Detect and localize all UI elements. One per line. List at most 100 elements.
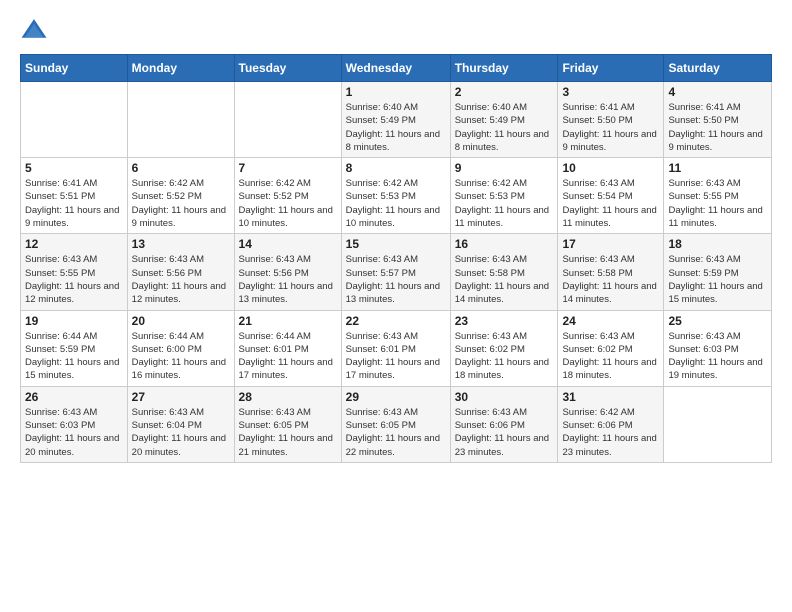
day-info: Sunrise: 6:43 AM Sunset: 5:58 PM Dayligh… [562, 253, 659, 306]
calendar-day-cell: 28 Sunrise: 6:43 AM Sunset: 6:05 PM Dayli… [234, 386, 341, 462]
calendar-day-cell: 19 Sunrise: 6:44 AM Sunset: 5:59 PM Dayli… [21, 310, 128, 386]
day-info: Sunrise: 6:40 AM Sunset: 5:49 PM Dayligh… [346, 101, 446, 154]
day-number: 12 [25, 237, 123, 251]
header [20, 16, 772, 44]
calendar-week-row: 5 Sunrise: 6:41 AM Sunset: 5:51 PM Daylig… [21, 158, 772, 234]
day-info: Sunrise: 6:43 AM Sunset: 5:55 PM Dayligh… [25, 253, 123, 306]
day-info: Sunrise: 6:41 AM Sunset: 5:51 PM Dayligh… [25, 177, 123, 230]
calendar-day-cell: 15Sunrise: 6:43 AM Sunset: 5:57 PM Dayli… [341, 234, 450, 310]
calendar-week-row: 1 Sunrise: 6:40 AM Sunset: 5:49 PM Daylig… [21, 82, 772, 158]
calendar-day-cell: 13 Sunrise: 6:43 AM Sunset: 5:56 PM Dayli… [127, 234, 234, 310]
calendar-day-cell: 18 Sunrise: 6:43 AM Sunset: 5:59 PM Dayli… [664, 234, 772, 310]
calendar-day-cell: 25Sunrise: 6:43 AM Sunset: 6:03 PM Dayli… [664, 310, 772, 386]
calendar-day-cell: 26 Sunrise: 6:43 AM Sunset: 6:03 PM Dayli… [21, 386, 128, 462]
day-info: Sunrise: 6:44 AM Sunset: 5:59 PM Dayligh… [25, 330, 123, 383]
day-number: 30 [455, 390, 554, 404]
calendar-day-cell: 31 Sunrise: 6:42 AM Sunset: 6:06 PM Dayli… [558, 386, 664, 462]
day-info: Sunrise: 6:41 AM Sunset: 5:50 PM Dayligh… [562, 101, 659, 154]
weekday-header: Saturday [664, 55, 772, 82]
day-number: 18 [668, 237, 767, 251]
calendar-day-cell: 5 Sunrise: 6:41 AM Sunset: 5:51 PM Daylig… [21, 158, 128, 234]
calendar-day-cell: 24 Sunrise: 6:43 AM Sunset: 6:02 PM Dayli… [558, 310, 664, 386]
calendar-day-cell: 2 Sunrise: 6:40 AM Sunset: 5:49 PM Daylig… [450, 82, 558, 158]
day-number: 11 [668, 161, 767, 175]
calendar-day-cell: 22 Sunrise: 6:43 AM Sunset: 6:01 PM Dayli… [341, 310, 450, 386]
day-info: Sunrise: 6:43 AM Sunset: 5:56 PM Dayligh… [239, 253, 337, 306]
day-number: 1 [346, 85, 446, 99]
day-number: 13 [132, 237, 230, 251]
day-info: Sunrise: 6:43 AM Sunset: 6:02 PM Dayligh… [562, 330, 659, 383]
calendar-week-row: 26 Sunrise: 6:43 AM Sunset: 6:03 PM Dayli… [21, 386, 772, 462]
day-info: Sunrise: 6:43 AM Sunset: 5:54 PM Dayligh… [562, 177, 659, 230]
weekday-header: Tuesday [234, 55, 341, 82]
calendar-header-row: SundayMondayTuesdayWednesdayThursdayFrid… [21, 55, 772, 82]
calendar-day-cell: 23 Sunrise: 6:43 AM Sunset: 6:02 PM Dayli… [450, 310, 558, 386]
day-info: Sunrise: 6:43 AM Sunset: 6:03 PM Dayligh… [668, 330, 767, 383]
day-info: Sunrise: 6:43 AM Sunset: 6:06 PM Dayligh… [455, 406, 554, 459]
day-number: 27 [132, 390, 230, 404]
day-info: Sunrise: 6:44 AM Sunset: 6:00 PM Dayligh… [132, 330, 230, 383]
calendar-week-row: 19 Sunrise: 6:44 AM Sunset: 5:59 PM Dayli… [21, 310, 772, 386]
day-number: 5 [25, 161, 123, 175]
day-number: 19 [25, 314, 123, 328]
weekday-header: Monday [127, 55, 234, 82]
day-number: 31 [562, 390, 659, 404]
day-number: 7 [239, 161, 337, 175]
day-number: 8 [346, 161, 446, 175]
day-info: Sunrise: 6:43 AM Sunset: 6:05 PM Dayligh… [346, 406, 446, 459]
calendar-day-cell: 30 Sunrise: 6:43 AM Sunset: 6:06 PM Dayli… [450, 386, 558, 462]
calendar-day-cell: 12 Sunrise: 6:43 AM Sunset: 5:55 PM Dayli… [21, 234, 128, 310]
calendar-day-cell: 6 Sunrise: 6:42 AM Sunset: 5:52 PM Daylig… [127, 158, 234, 234]
calendar-day-cell: 9 Sunrise: 6:42 AM Sunset: 5:53 PM Daylig… [450, 158, 558, 234]
calendar-day-cell [127, 82, 234, 158]
calendar-day-cell: 16Sunrise: 6:43 AM Sunset: 5:58 PM Dayli… [450, 234, 558, 310]
day-info: Sunrise: 6:42 AM Sunset: 5:52 PM Dayligh… [132, 177, 230, 230]
day-number: 9 [455, 161, 554, 175]
weekday-header: Sunday [21, 55, 128, 82]
weekday-header: Friday [558, 55, 664, 82]
day-number: 15 [346, 237, 446, 251]
day-number: 23 [455, 314, 554, 328]
day-info: Sunrise: 6:43 AM Sunset: 5:56 PM Dayligh… [132, 253, 230, 306]
day-number: 17 [562, 237, 659, 251]
day-number: 26 [25, 390, 123, 404]
day-info: Sunrise: 6:40 AM Sunset: 5:49 PM Dayligh… [455, 101, 554, 154]
calendar-day-cell: 14 Sunrise: 6:43 AM Sunset: 5:56 PM Dayli… [234, 234, 341, 310]
calendar-day-cell [234, 82, 341, 158]
weekday-header: Wednesday [341, 55, 450, 82]
day-info: Sunrise: 6:43 AM Sunset: 6:05 PM Dayligh… [239, 406, 337, 459]
day-info: Sunrise: 6:42 AM Sunset: 6:06 PM Dayligh… [562, 406, 659, 459]
calendar-day-cell: 8 Sunrise: 6:42 AM Sunset: 5:53 PM Daylig… [341, 158, 450, 234]
day-info: Sunrise: 6:42 AM Sunset: 5:53 PM Dayligh… [346, 177, 446, 230]
day-number: 29 [346, 390, 446, 404]
day-info: Sunrise: 6:43 AM Sunset: 6:04 PM Dayligh… [132, 406, 230, 459]
day-number: 2 [455, 85, 554, 99]
day-number: 6 [132, 161, 230, 175]
day-info: Sunrise: 6:43 AM Sunset: 6:01 PM Dayligh… [346, 330, 446, 383]
calendar-day-cell: 10 Sunrise: 6:43 AM Sunset: 5:54 PM Dayli… [558, 158, 664, 234]
calendar-day-cell: 4Sunrise: 6:41 AM Sunset: 5:50 PM Daylig… [664, 82, 772, 158]
logo-icon [20, 16, 48, 44]
day-number: 14 [239, 237, 337, 251]
day-number: 24 [562, 314, 659, 328]
day-info: Sunrise: 6:43 AM Sunset: 5:55 PM Dayligh… [668, 177, 767, 230]
calendar-day-cell: 27 Sunrise: 6:43 AM Sunset: 6:04 PM Dayli… [127, 386, 234, 462]
calendar-day-cell: 17 Sunrise: 6:43 AM Sunset: 5:58 PM Dayli… [558, 234, 664, 310]
calendar-day-cell: 29 Sunrise: 6:43 AM Sunset: 6:05 PM Dayli… [341, 386, 450, 462]
day-number: 28 [239, 390, 337, 404]
weekday-header: Thursday [450, 55, 558, 82]
day-info: Sunrise: 6:42 AM Sunset: 5:53 PM Dayligh… [455, 177, 554, 230]
day-number: 21 [239, 314, 337, 328]
calendar-day-cell [21, 82, 128, 158]
day-number: 4 [668, 85, 767, 99]
day-number: 22 [346, 314, 446, 328]
day-info: Sunrise: 6:43 AM Sunset: 5:59 PM Dayligh… [668, 253, 767, 306]
page: SundayMondayTuesdayWednesdayThursdayFrid… [0, 0, 792, 612]
day-info: Sunrise: 6:43 AM Sunset: 6:02 PM Dayligh… [455, 330, 554, 383]
calendar-day-cell: 3Sunrise: 6:41 AM Sunset: 5:50 PM Daylig… [558, 82, 664, 158]
calendar-day-cell: 20 Sunrise: 6:44 AM Sunset: 6:00 PM Dayli… [127, 310, 234, 386]
day-info: Sunrise: 6:42 AM Sunset: 5:52 PM Dayligh… [239, 177, 337, 230]
day-info: Sunrise: 6:43 AM Sunset: 6:03 PM Dayligh… [25, 406, 123, 459]
day-number: 20 [132, 314, 230, 328]
day-number: 10 [562, 161, 659, 175]
